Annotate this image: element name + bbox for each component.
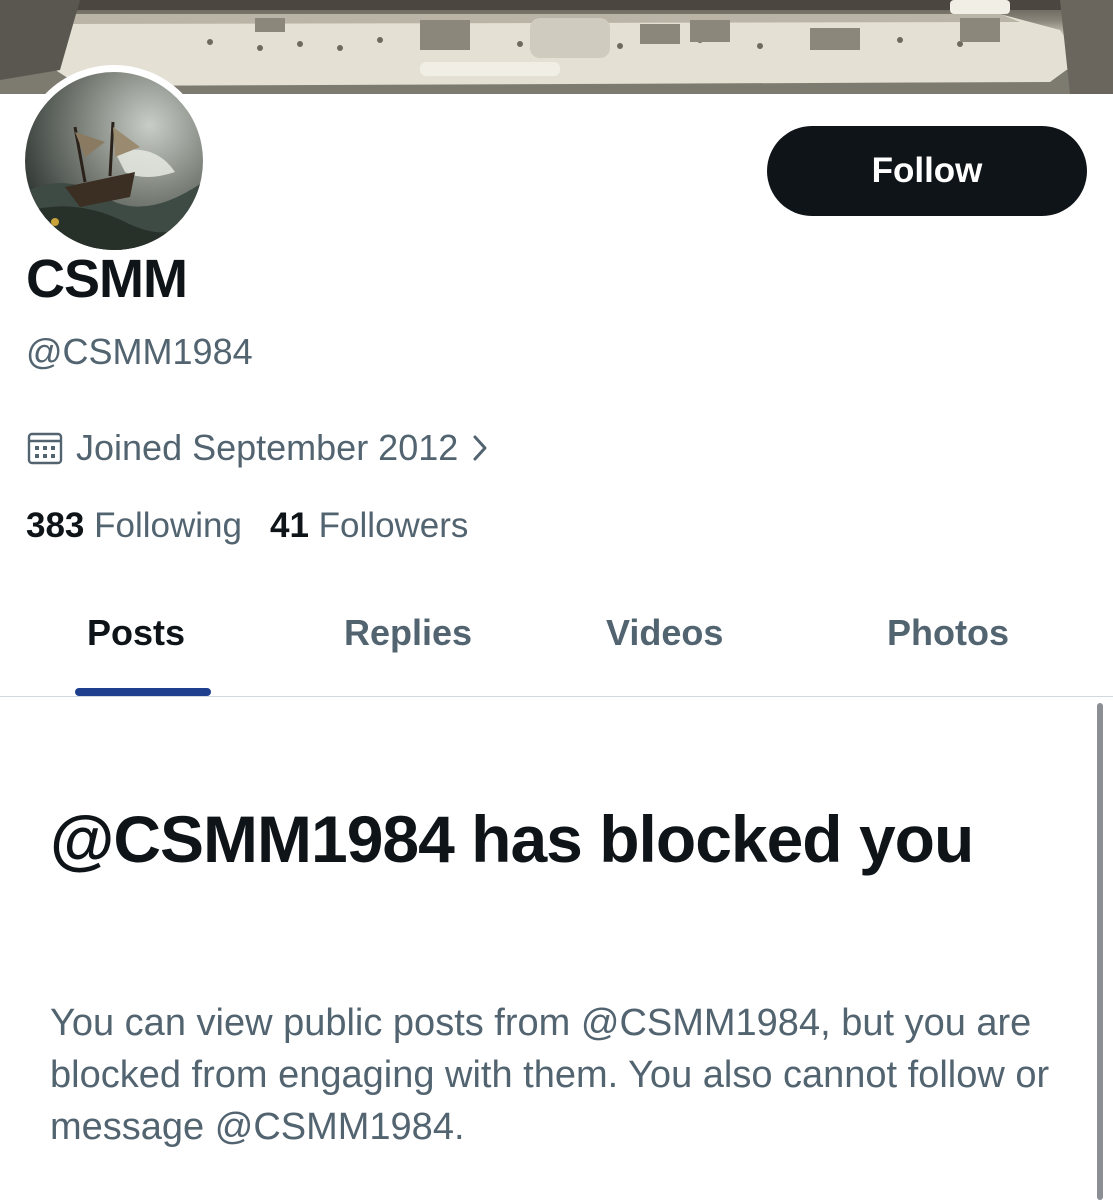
following-count: 383 <box>26 506 85 545</box>
followers-link[interactable]: 41 Followers <box>270 506 468 546</box>
following-link[interactable]: 383 Following <box>26 506 242 546</box>
tab-posts[interactable]: Posts <box>87 612 185 654</box>
follow-stats: 383 Following 41 Followers <box>26 506 468 546</box>
header-banner-image[interactable] <box>0 0 1113 94</box>
profile-handle: @CSMM1984 <box>26 331 253 372</box>
avatar[interactable] <box>18 65 210 257</box>
calendar-icon <box>27 432 63 465</box>
followers-label: Followers <box>318 506 469 545</box>
blocked-description: You can view public posts from @CSMM1984… <box>50 1002 1050 1148</box>
avatar-image <box>25 72 203 250</box>
following-label: Following <box>94 506 242 545</box>
tab-videos[interactable]: Videos <box>606 612 723 654</box>
tabs-divider <box>0 696 1113 697</box>
shipwreck-painting <box>25 72 203 250</box>
scrollbar[interactable] <box>1097 703 1103 1200</box>
joined-date-label: Joined September 2012 <box>76 427 459 468</box>
display-name: CSMM <box>26 249 188 309</box>
joined-date-row[interactable]: Joined September 2012 <box>26 424 490 472</box>
tab-replies[interactable]: Replies <box>344 612 472 654</box>
warship-photo <box>0 0 1113 94</box>
followers-count: 41 <box>270 506 309 545</box>
chevron-right-icon <box>473 435 487 461</box>
profile-tabs: Posts Replies Videos Photos <box>0 590 1113 696</box>
active-tab-indicator <box>75 688 211 696</box>
follow-button[interactable]: Follow <box>767 126 1087 216</box>
tab-photos[interactable]: Photos <box>887 612 1009 654</box>
blocked-title: @CSMM1984 has blocked you <box>50 802 974 876</box>
